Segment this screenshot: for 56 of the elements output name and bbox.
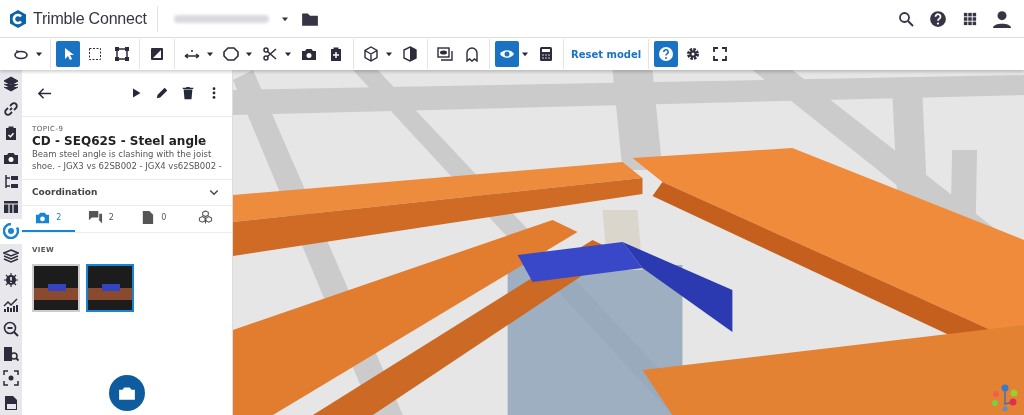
table-icon — [3, 198, 19, 215]
help-icon — [658, 46, 675, 62]
reset-model-button[interactable]: Reset model — [569, 41, 644, 67]
delete-button[interactable] — [180, 84, 196, 102]
play-icon — [130, 87, 142, 99]
category-dropdown[interactable]: Coordination — [22, 179, 232, 206]
zoom-icon — [3, 321, 19, 338]
fullscreen-icon — [712, 46, 729, 62]
add-view-button[interactable] — [109, 375, 145, 411]
app-name: Trimble Connect — [33, 9, 147, 28]
clipboard-plus-icon — [328, 46, 344, 62]
user-icon — [993, 9, 1011, 28]
logo-icon — [8, 8, 28, 29]
apps-icon — [963, 11, 977, 26]
building-search-icon — [3, 345, 19, 362]
frame-icon — [114, 46, 130, 62]
tree-icon — [3, 174, 19, 191]
topics-icon — [3, 223, 19, 240]
scan-icon — [3, 370, 19, 387]
eye-button[interactable] — [495, 41, 519, 67]
tab[interactable]: 0 — [127, 205, 180, 232]
cubes-icon — [198, 210, 214, 226]
polygon-icon — [223, 46, 239, 62]
rect-select-icon — [87, 46, 103, 62]
bug-icon — [3, 272, 19, 289]
clipboard-check-icon — [3, 125, 19, 142]
camera-plus-icon — [301, 46, 317, 62]
stack-icon — [3, 247, 19, 264]
calculator-icon — [538, 46, 554, 62]
search-icon — [898, 10, 914, 27]
pencil-icon — [155, 86, 169, 100]
tab[interactable]: 2 — [22, 205, 75, 232]
layers-icon — [3, 76, 19, 93]
tab[interactable]: 2 — [74, 205, 127, 232]
settings-icon — [685, 46, 702, 62]
link-icon — [3, 100, 19, 117]
section-icon — [149, 46, 165, 62]
csv-file-icon — [3, 394, 19, 411]
cube-half-icon — [402, 46, 418, 62]
topic-title: CD - SEQ62S - Steel angle — [32, 134, 208, 148]
comment-icon — [87, 210, 103, 226]
camera-plus-icon — [118, 384, 136, 402]
document-icon — [140, 210, 156, 226]
axis-gizmo-icon — [990, 383, 1018, 411]
cursor-button[interactable] — [56, 41, 80, 67]
ghost-icon — [464, 46, 480, 62]
view-thumbnail[interactable] — [86, 263, 134, 312]
eye-layers-icon — [437, 46, 453, 62]
view-thumbnail[interactable] — [32, 263, 80, 312]
trash-icon — [181, 86, 195, 100]
chart-icon — [3, 296, 19, 313]
cube-icon — [363, 46, 379, 62]
help-icon — [929, 9, 947, 28]
scissors-icon — [262, 46, 278, 62]
topic-description: Beam steel angle is clashing with the joist shoe. - JGX3 vs 62SB002 - JGX4 vs62SB002 - — [32, 149, 222, 173]
camera-icon — [35, 210, 51, 226]
